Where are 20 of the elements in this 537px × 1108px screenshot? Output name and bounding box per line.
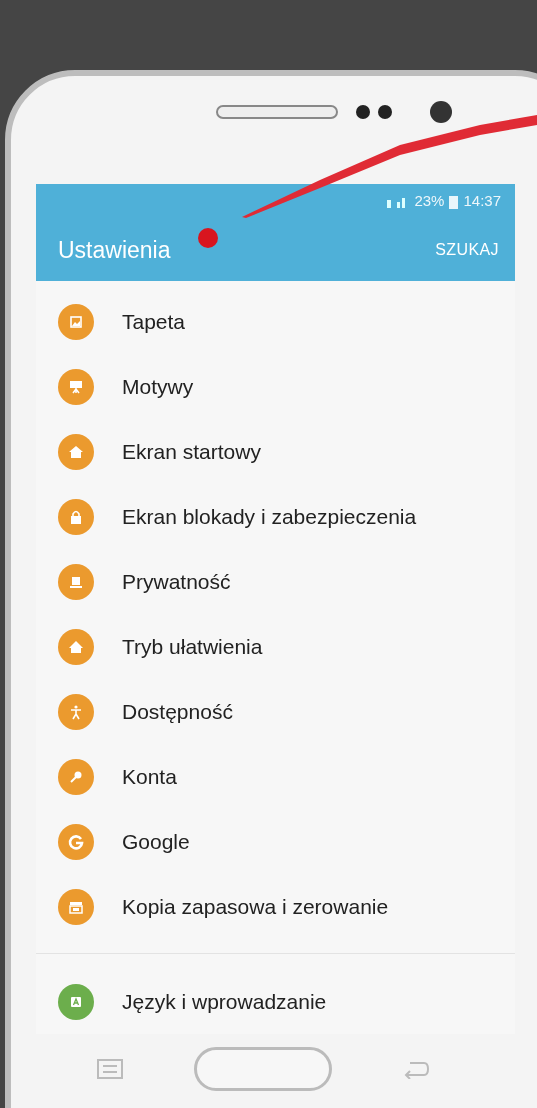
settings-item[interactable]: Dostępność	[36, 679, 515, 744]
settings-item[interactable]: Ekran startowy	[36, 419, 515, 484]
settings-item[interactable]: Tryb ułatwienia	[36, 614, 515, 679]
settings-item[interactable]: Kopia zapasowa i zerowanie	[36, 874, 515, 939]
settings-item[interactable]: Google	[36, 809, 515, 874]
recent-apps-icon[interactable]	[96, 1058, 124, 1080]
clock: 14:37	[463, 191, 501, 212]
sensor-icon	[356, 105, 392, 119]
back-icon[interactable]	[402, 1059, 430, 1079]
settings-item[interactable]: Ekran blokady i zabezpieczenia	[36, 484, 515, 549]
settings-item[interactable]: Prywatność	[36, 549, 515, 614]
settings-item[interactable]: Konta	[36, 744, 515, 809]
settings-item[interactable]: Motywy	[36, 354, 515, 419]
settings-item[interactable]: Tapeta	[36, 289, 515, 354]
home-button[interactable]	[194, 1047, 332, 1091]
app-title: Ustawienia	[58, 235, 171, 265]
settings-item[interactable]: Język i wprowadzanie	[36, 969, 515, 1034]
camera-icon	[430, 101, 452, 123]
battery-icon	[449, 194, 459, 209]
battery-percent: 23%	[414, 191, 445, 212]
